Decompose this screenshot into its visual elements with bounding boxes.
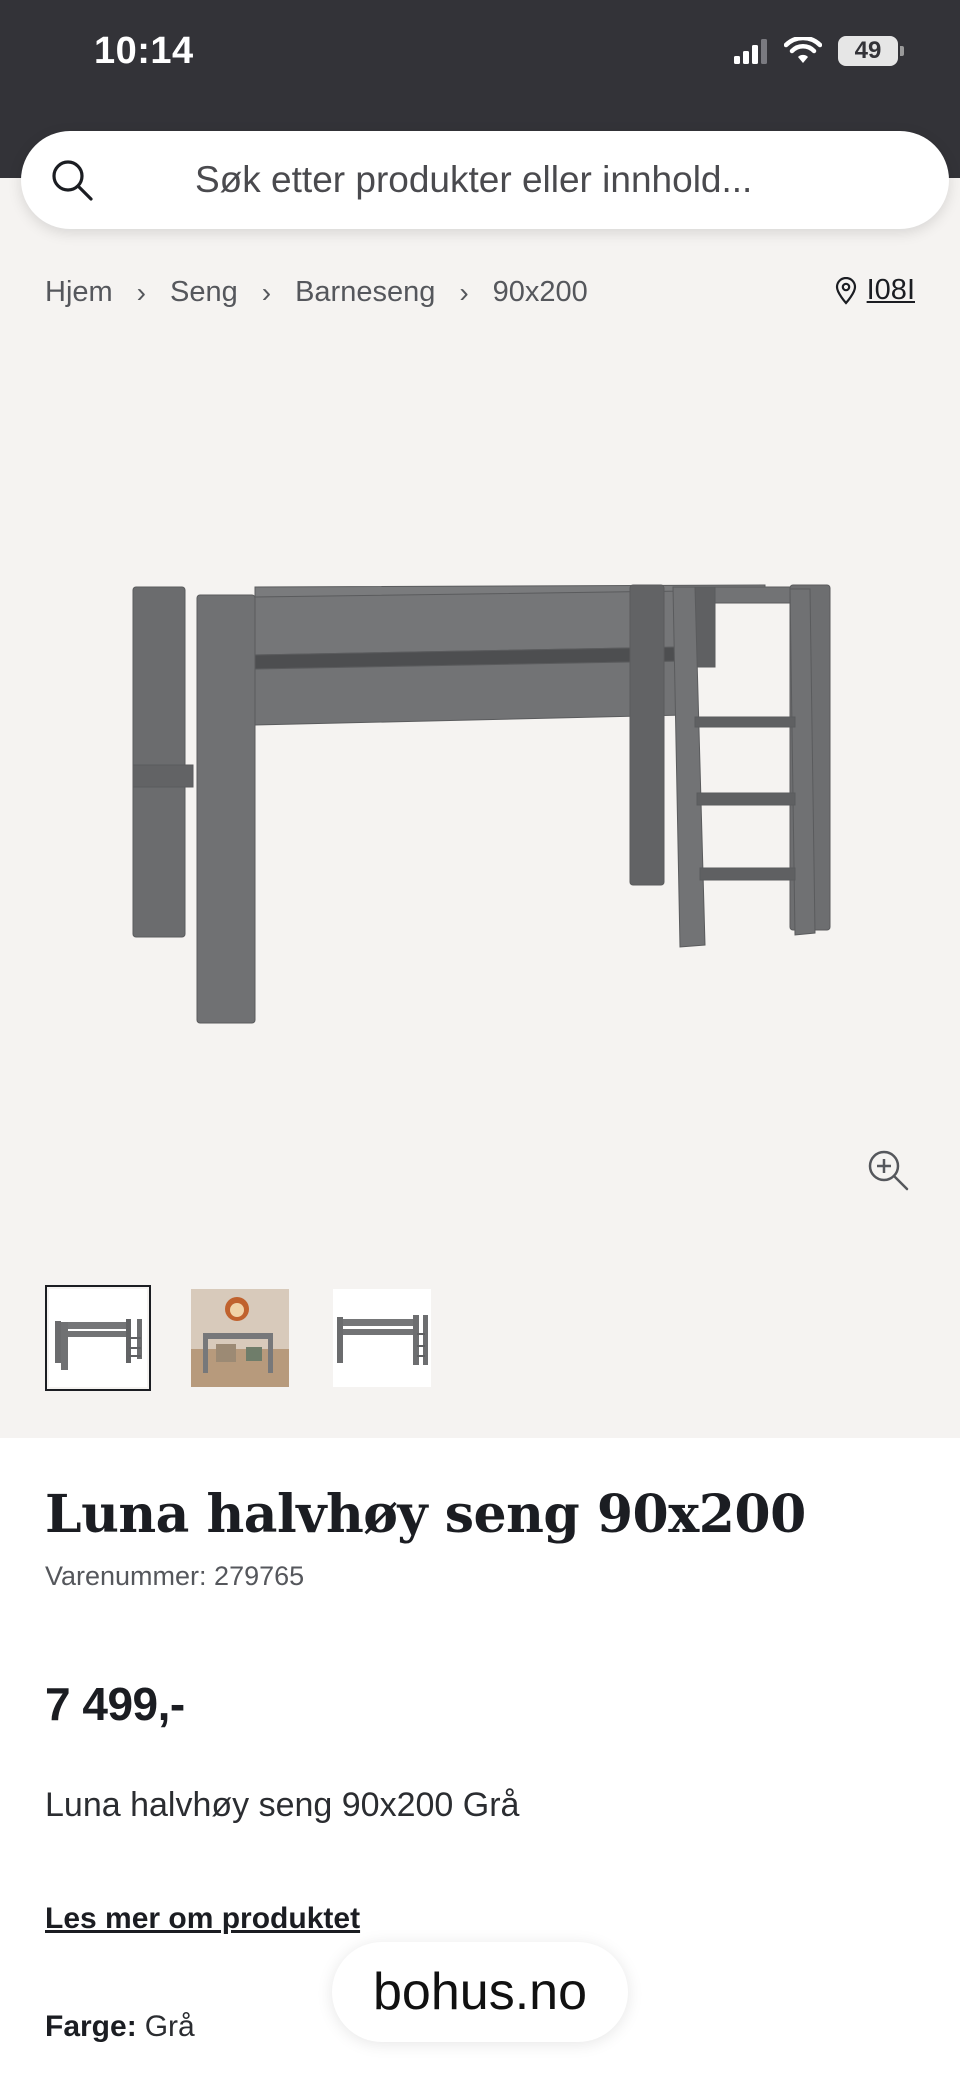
thumbnail-strip <box>45 1285 435 1391</box>
thumbnail-image <box>333 1289 431 1387</box>
store-selector[interactable]: I08I <box>835 274 915 307</box>
status-time: 10:14 <box>94 30 194 72</box>
search-icon <box>52 160 93 201</box>
zoom-in-icon[interactable] <box>866 1148 910 1192</box>
browser-domain-pill[interactable]: bohus.no <box>332 1942 628 2042</box>
wifi-icon <box>784 37 822 63</box>
thumbnail-image <box>49 1289 147 1387</box>
color-row: Farge: Grå <box>45 2010 195 2044</box>
breadcrumb-hjem[interactable]: Hjem <box>45 276 113 309</box>
battery-icon: 49 <box>838 36 904 66</box>
product-price: 7 499,- <box>45 1678 185 1730</box>
location-pin-icon <box>835 276 856 305</box>
product-short-description: Luna halvhøy seng 90x200 Grå <box>45 1786 520 1824</box>
color-value: Grå <box>144 2010 195 2043</box>
color-label: Farge: <box>45 2010 137 2043</box>
product-title: Luna halvhøy seng 90x200 <box>45 1484 806 1545</box>
search-input[interactable]: Søk etter produkter eller innhold... <box>195 159 752 201</box>
search-bar[interactable]: Søk etter produkter eller innhold... <box>21 131 949 229</box>
chevron-right-icon: › <box>459 276 469 308</box>
product-sku: Varenummer: 279765 <box>45 1561 305 1591</box>
read-more-link[interactable]: Les mer om produktet <box>45 1902 360 1936</box>
thumbnail-3[interactable] <box>329 1285 435 1391</box>
thumbnail-image <box>191 1289 289 1387</box>
status-icons: 49 <box>734 36 904 66</box>
thumbnail-2[interactable] <box>187 1285 293 1391</box>
battery-level: 49 <box>854 37 882 64</box>
breadcrumb-barneseng[interactable]: Barneseng <box>295 276 435 309</box>
chevron-right-icon: › <box>136 276 146 308</box>
product-image[interactable] <box>125 575 835 1035</box>
breadcrumb: Hjem › Seng › Barneseng › 90x200 <box>45 276 588 309</box>
signal-icon <box>734 39 767 64</box>
breadcrumb-seng[interactable]: Seng <box>170 276 238 309</box>
breadcrumb-current: 90x200 <box>492 276 588 308</box>
chevron-right-icon: › <box>261 276 272 308</box>
thumbnail-1[interactable] <box>45 1285 151 1391</box>
store-label[interactable]: I08I <box>867 274 915 307</box>
